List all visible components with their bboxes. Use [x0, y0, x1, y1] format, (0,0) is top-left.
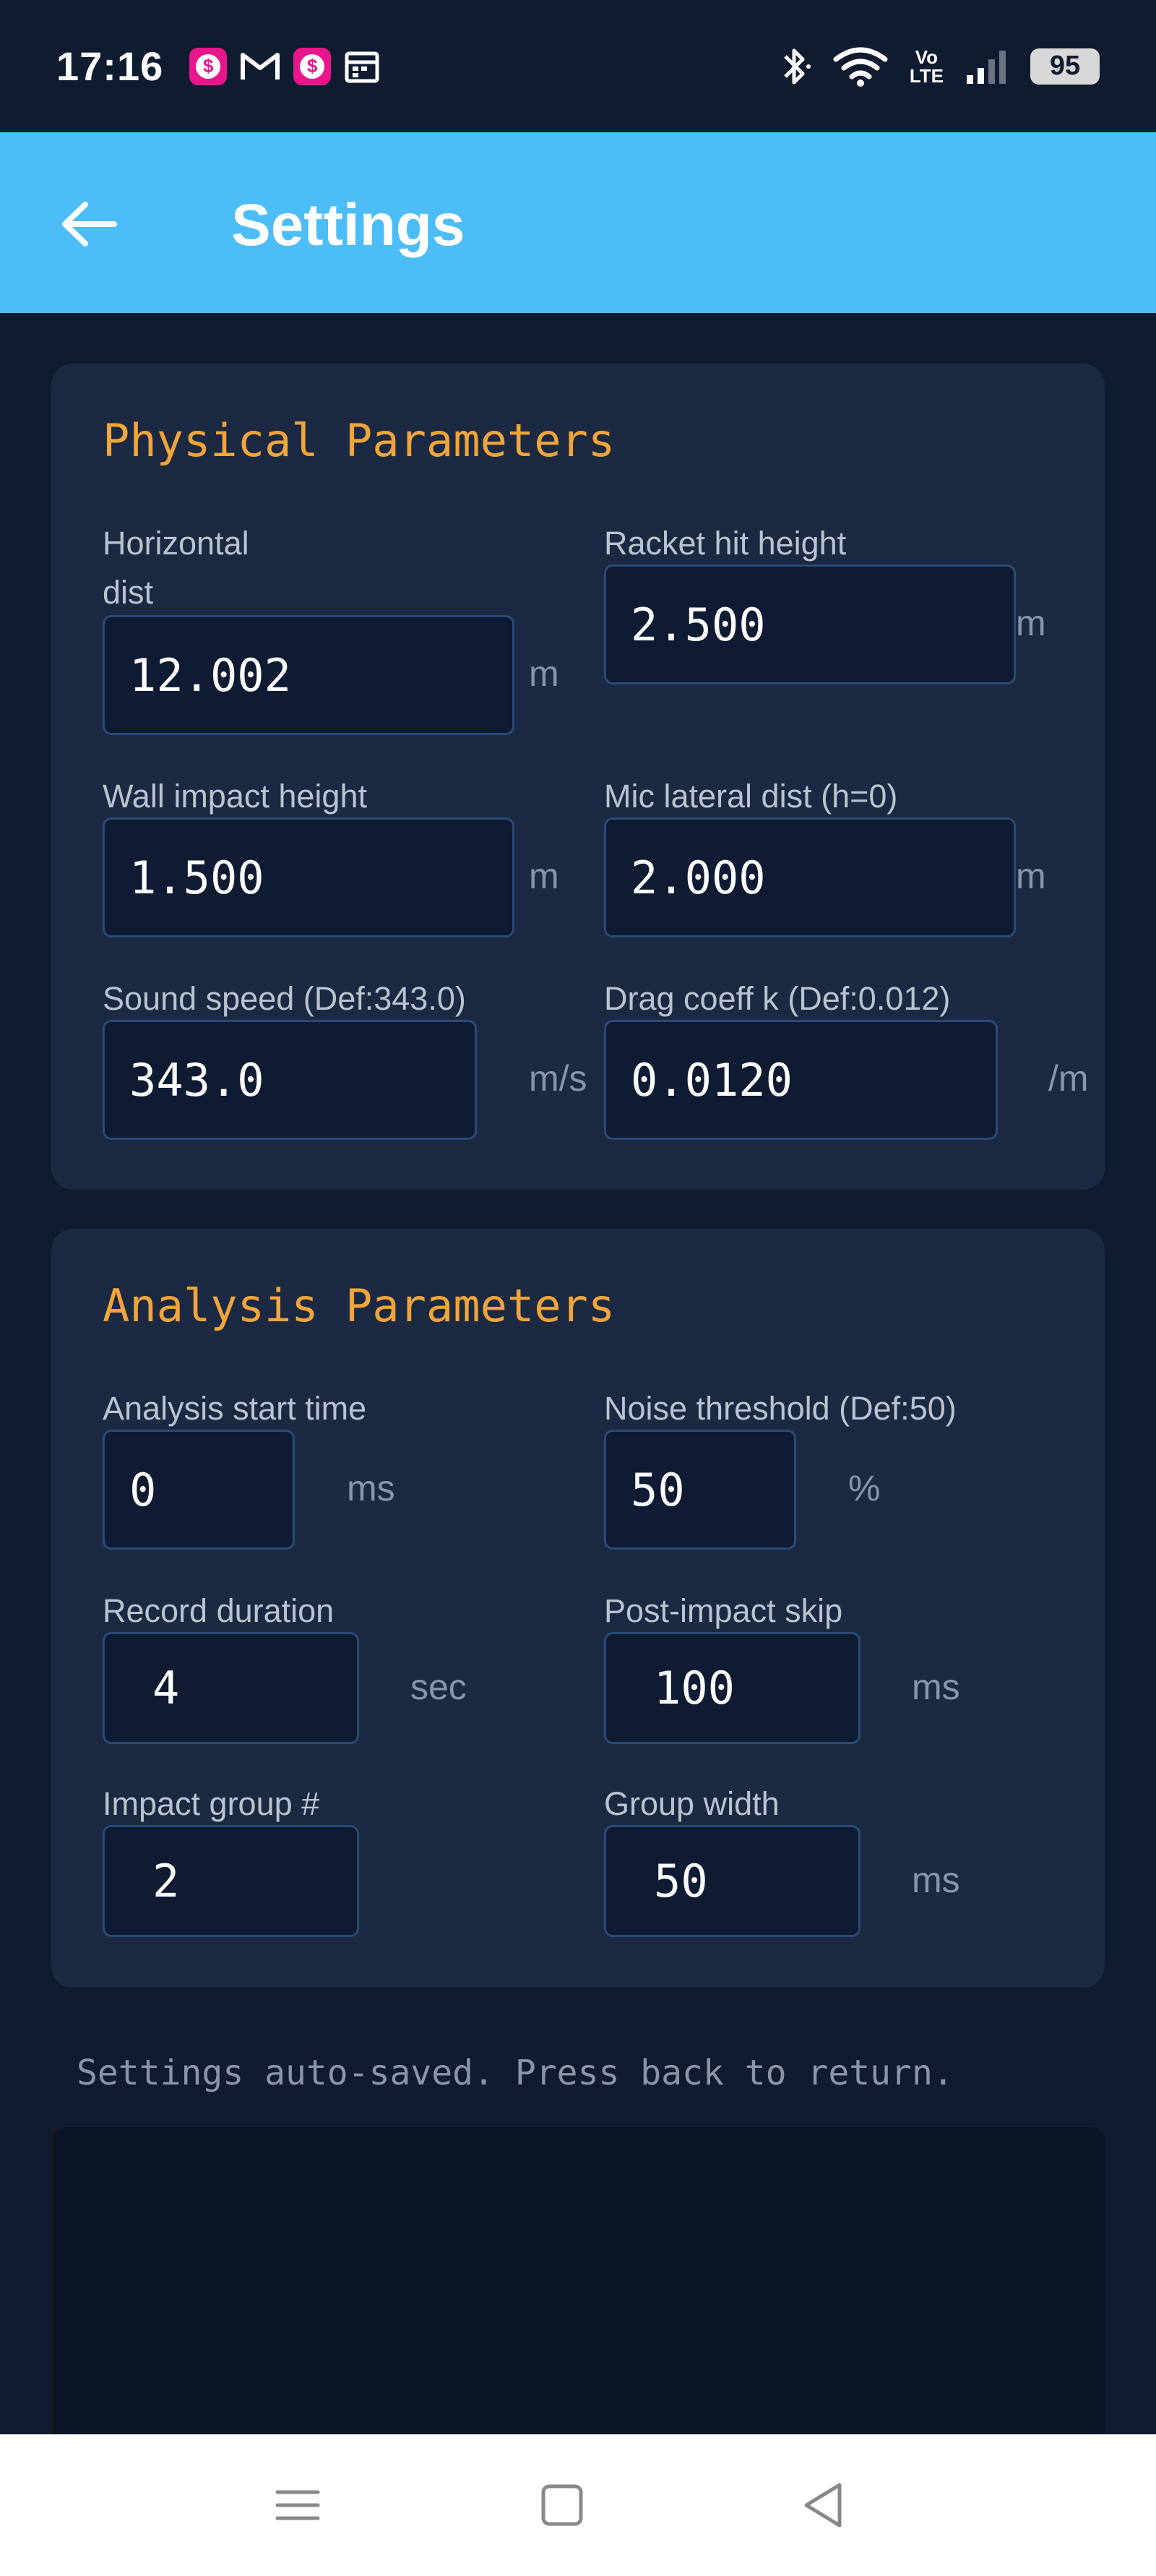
gmail-icon	[241, 52, 280, 80]
field-label: Noise threshold (Def:50)	[604, 1390, 957, 1427]
drag-coeff-input[interactable]: 0.0120	[604, 1020, 998, 1140]
section-title: Physical Parameters	[103, 414, 616, 467]
field-unit: sec	[410, 1667, 467, 1707]
back-arrow-icon[interactable]	[56, 192, 121, 257]
payment-app-icon-2: $	[293, 47, 332, 85]
horizontal-dist-input[interactable]: 12.002	[103, 615, 514, 735]
field-unit: m/s	[529, 1058, 587, 1099]
field-label: Record duration	[103, 1592, 335, 1629]
calendar-icon	[345, 51, 379, 82]
signal-icon	[967, 50, 1006, 84]
field-label: Wall impact height	[103, 778, 367, 815]
field-label: Drag coeff k (Def:0.012)	[604, 980, 951, 1017]
sound-speed-input[interactable]: 343.0	[103, 1020, 477, 1140]
menu-icon[interactable]	[269, 2476, 327, 2534]
record-duration-input[interactable]: 4	[103, 1632, 359, 1744]
field-label: Sound speed (Def:343.0)	[103, 980, 466, 1017]
log-panel	[51, 2125, 1105, 2436]
payment-app-icon: $	[189, 47, 228, 85]
status-bar: 17:16 $ $ Vo LTE 95	[0, 0, 1156, 132]
analysis-start-time-input[interactable]: 0	[103, 1430, 295, 1550]
notification-icons: $ $	[189, 47, 380, 85]
group-width-input[interactable]: 50	[604, 1825, 860, 1937]
navigation-bar	[0, 2434, 1156, 2576]
status-time: 17:16	[56, 43, 164, 89]
bluetooth-icon	[784, 48, 811, 84]
physical-parameters-card: Physical Parameters Horizontal dist (rac…	[51, 364, 1105, 1190]
field-unit: %	[848, 1468, 881, 1508]
app-header: Settings	[0, 132, 1156, 313]
battery-indicator: 95	[1030, 48, 1100, 85]
page-title: Settings	[231, 192, 465, 258]
field-label: Mic lateral dist (h=0)	[604, 778, 898, 815]
post-impact-skip-input[interactable]: 100	[604, 1632, 860, 1744]
back-icon[interactable]	[795, 2476, 853, 2534]
field-unit: ms	[347, 1468, 395, 1508]
wifi-icon	[833, 47, 888, 87]
noise-threshold-input[interactable]: 50	[604, 1430, 796, 1550]
field-label: Racket hit height	[604, 525, 847, 562]
field-unit: /m	[1048, 1058, 1089, 1099]
racket-hit-height-input[interactable]: 2.500	[604, 564, 1016, 684]
field-unit: m	[1016, 856, 1046, 896]
field-label: Post-impact skip	[604, 1592, 843, 1629]
volte-icon: Vo LTE	[909, 46, 944, 87]
field-label: Analysis start time	[103, 1390, 367, 1427]
field-unit: m	[529, 653, 559, 694]
field-unit: ms	[912, 1667, 960, 1707]
settings-screen: 17:16 $ $ Vo LTE 95 Settings Physical Pa…	[0, 0, 1156, 2576]
field-label: Impact group #	[103, 1785, 320, 1822]
auto-saved-note: Settings auto-saved. Press back to retur…	[77, 2053, 954, 2093]
field-unit: m	[529, 856, 559, 896]
impact-group-input[interactable]: 2	[103, 1825, 359, 1937]
analysis-parameters-card: Analysis Parameters Analysis start time …	[51, 1229, 1105, 1988]
mic-lateral-dist-input[interactable]: 2.000	[604, 817, 1016, 937]
system-icons: Vo LTE 95	[780, 45, 1100, 88]
field-label: Group width	[604, 1785, 780, 1822]
field-unit: ms	[912, 1860, 960, 1900]
wall-impact-height-input[interactable]: 1.500	[103, 817, 514, 937]
field-unit: m	[1016, 603, 1046, 643]
home-icon[interactable]	[533, 2476, 591, 2534]
section-title: Analysis Parameters	[103, 1279, 616, 1332]
